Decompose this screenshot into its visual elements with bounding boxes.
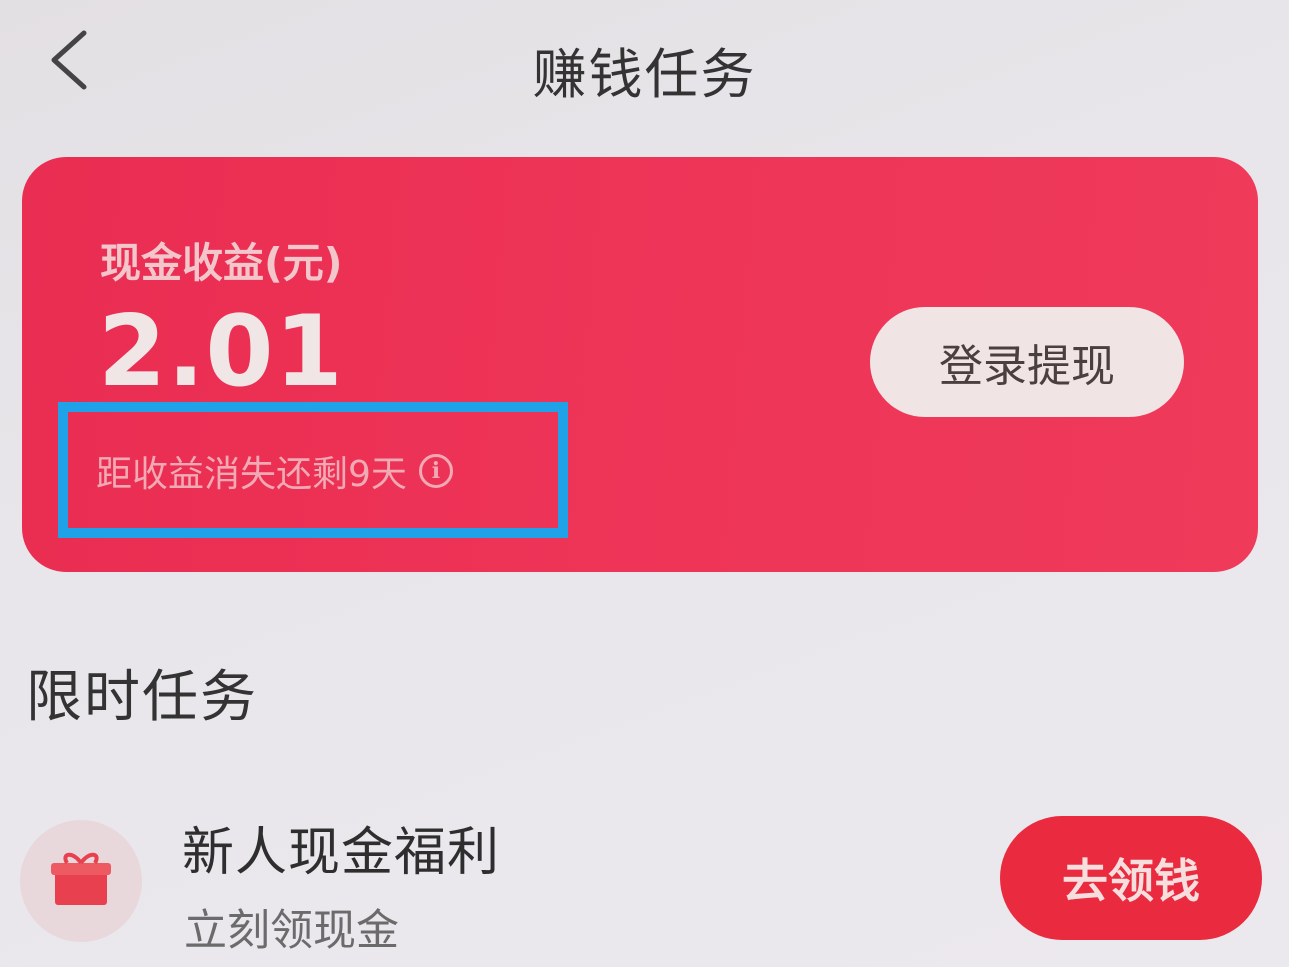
info-icon[interactable]: i (418, 454, 453, 488)
page-title: 赚钱任务 (532, 43, 757, 106)
expire-notice: 距收益消失还剩9天 i (96, 445, 453, 497)
task-icon-container (20, 820, 142, 942)
expire-notice-text: 距收益消失还剩9天 (96, 454, 407, 495)
cash-earnings-label: 现金收益(元) (100, 239, 343, 287)
task-subtitle: 立刻领现金 (184, 906, 399, 956)
task-title: 新人现金福利 (182, 823, 501, 883)
gift-icon (49, 849, 113, 913)
cash-earnings-amount: 2.01 (98, 295, 344, 409)
section-title-limited-tasks: 限时任务 (26, 665, 258, 730)
login-withdraw-button[interactable]: 登录提现 (870, 307, 1184, 417)
claim-money-button[interactable]: 去领钱 (1000, 816, 1262, 940)
earnings-card: 现金收益(元) 2.01 距收益消失还剩9天 i 登录提现 (22, 157, 1258, 572)
